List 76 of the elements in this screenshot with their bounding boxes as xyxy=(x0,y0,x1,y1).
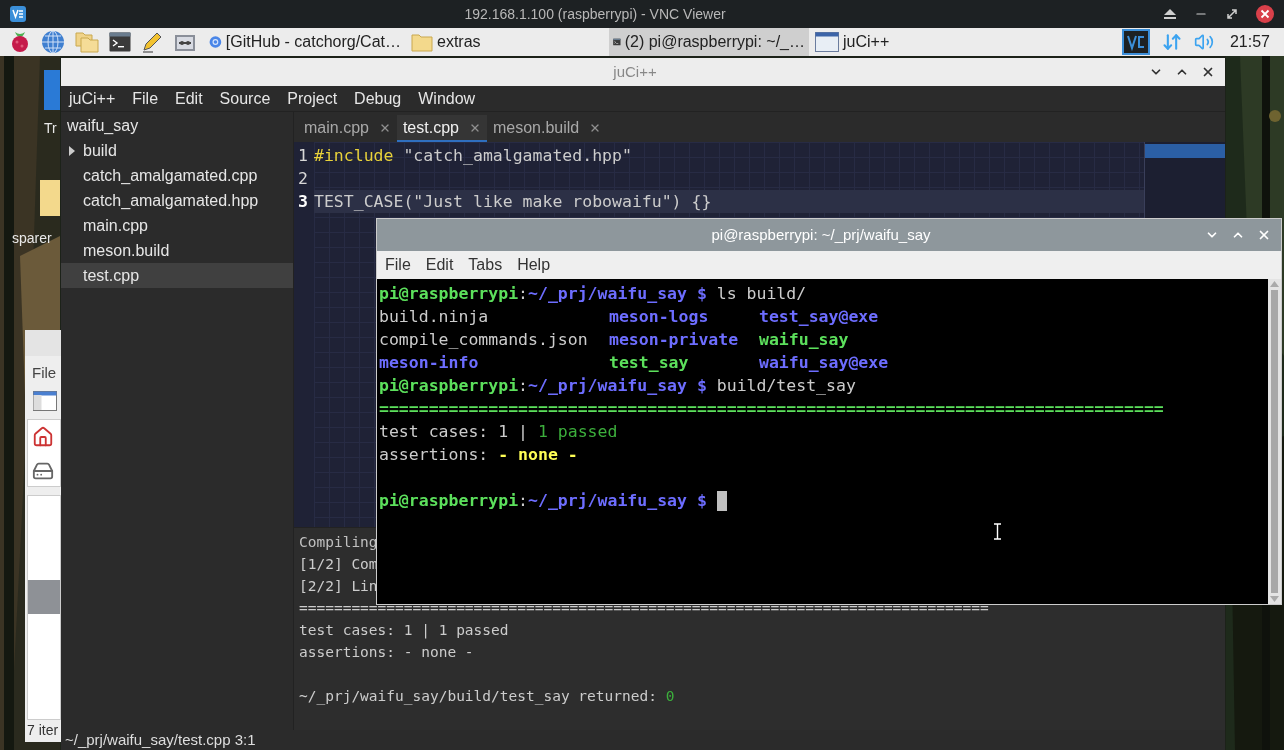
terminal-line: pi@raspberrypi:~/_prj/waifu_say $ xyxy=(379,490,708,512)
tree-item[interactable]: main.cpp xyxy=(61,213,293,238)
code-line: TEST_CASE("Just like make robowaifu") {} xyxy=(314,192,712,211)
editor-tab[interactable]: test.cpp xyxy=(396,115,487,142)
status-text: 7 iter xyxy=(26,721,60,740)
listing-entry: meson-info xyxy=(379,352,480,374)
close-icon[interactable] xyxy=(1201,65,1215,79)
menu-item[interactable]: Debug xyxy=(354,86,402,111)
listing-entry: meson-private xyxy=(609,329,740,351)
close-icon[interactable] xyxy=(1256,5,1274,23)
menu-item[interactable]: File xyxy=(132,86,159,111)
eject-icon[interactable] xyxy=(1164,9,1176,19)
icon-label: Tr xyxy=(44,119,57,138)
output-line: ~/_prj/waifu_say/build/test_say returned: 0 xyxy=(299,687,675,707)
menu-item[interactable]: Window xyxy=(418,86,476,111)
output-line: assertions: - none - xyxy=(299,643,474,662)
code-line: #include "catch_amalgamated.hpp" xyxy=(314,146,632,165)
selection-bar xyxy=(28,579,60,614)
listing-entry: waifu_say@exe xyxy=(759,352,889,374)
pencil-icon[interactable] xyxy=(141,31,163,53)
tree-item[interactable]: catch_amalgamated.hpp xyxy=(61,188,293,213)
status-text: ~/_prj/waifu_say/test.cpp 3:1 xyxy=(65,729,256,750)
tree-item[interactable]: meson.build xyxy=(61,238,293,263)
window-title: pi@raspberrypi: ~/_prj/waifu_say xyxy=(710,224,931,245)
volume-icon[interactable] xyxy=(1193,32,1214,52)
output-line: =============================================================================== xyxy=(299,599,989,618)
raspberry-icon[interactable] xyxy=(9,30,31,54)
network-icon[interactable] xyxy=(1161,32,1182,52)
menu-item[interactable]: Edit xyxy=(425,253,454,277)
terminal-line: test cases: 1 | 1 passed xyxy=(379,421,618,443)
listing-entry: test_say xyxy=(609,352,690,374)
tree-item[interactable]: waifu_say xyxy=(61,113,293,138)
folder-icon xyxy=(411,32,433,52)
line-number: 3 xyxy=(298,191,309,213)
new-window-icon[interactable] xyxy=(33,390,57,411)
line-number: 1 xyxy=(298,145,309,167)
tree-item[interactable]: test.cpp xyxy=(61,263,293,288)
menu-item[interactable]: File xyxy=(385,253,411,277)
menu-item[interactable]: Edit xyxy=(175,86,203,111)
listing-entry: compile_commands.json xyxy=(379,329,589,351)
text-cursor-icon xyxy=(993,523,1002,540)
menu-item[interactable]: Source xyxy=(219,86,271,111)
taskbar-button[interactable]: (2) pi@raspberrypi: ~/_… xyxy=(609,28,809,56)
clock: 21:57 xyxy=(1229,32,1270,52)
tree-item[interactable]: catch_amalgamated.cpp xyxy=(61,163,293,188)
listing-entry: test_say@exe xyxy=(759,306,879,328)
caret-right-icon[interactable] xyxy=(69,145,75,156)
listing-entry: meson-logs xyxy=(609,306,710,328)
terminal-line: assertions: - none - xyxy=(379,444,578,466)
window-title: juCi++ xyxy=(612,61,657,82)
listing-entry: build.ninja xyxy=(379,306,490,328)
menu-item[interactable]: File xyxy=(25,356,61,385)
terminal-icon xyxy=(109,32,131,52)
window-title: 192.168.1.100 (raspberrypi) - VNC Viewer xyxy=(464,4,726,24)
menu-item[interactable]: Project xyxy=(287,86,338,111)
line-number: 2 xyxy=(298,168,309,190)
editor-tab[interactable]: main.cpp xyxy=(298,115,397,142)
window-icon xyxy=(815,32,839,52)
terminal-line: pi@raspberrypi:~/_prj/waifu_say $ build/test_say xyxy=(379,375,856,397)
output-line: [2/2] Lin xyxy=(299,577,378,596)
tree-item[interactable]: build xyxy=(61,138,293,163)
terminal-line: pi@raspberrypi:~/_prj/waifu_say $ ls build/ xyxy=(379,283,807,305)
vnc-icon xyxy=(10,6,26,22)
vnc-icon[interactable] xyxy=(1121,29,1150,55)
output-line: Compiling xyxy=(299,533,378,552)
restore-icon[interactable] xyxy=(1226,8,1238,20)
listing-entry: waifu_say xyxy=(759,329,849,351)
terminal-line: =============================================================================== xyxy=(379,398,1164,420)
menu-item[interactable]: Help xyxy=(517,253,551,277)
icon-label: sparer xyxy=(12,229,52,248)
menu-item[interactable]: Tabs xyxy=(468,253,503,277)
globe-icon[interactable] xyxy=(41,30,65,54)
output-line: test cases: 1 | 1 passed xyxy=(299,621,509,641)
home-folder-icon[interactable] xyxy=(32,425,54,448)
editor-tab[interactable]: meson.build xyxy=(486,115,608,142)
menu-item[interactable]: juCi++ xyxy=(69,86,116,111)
